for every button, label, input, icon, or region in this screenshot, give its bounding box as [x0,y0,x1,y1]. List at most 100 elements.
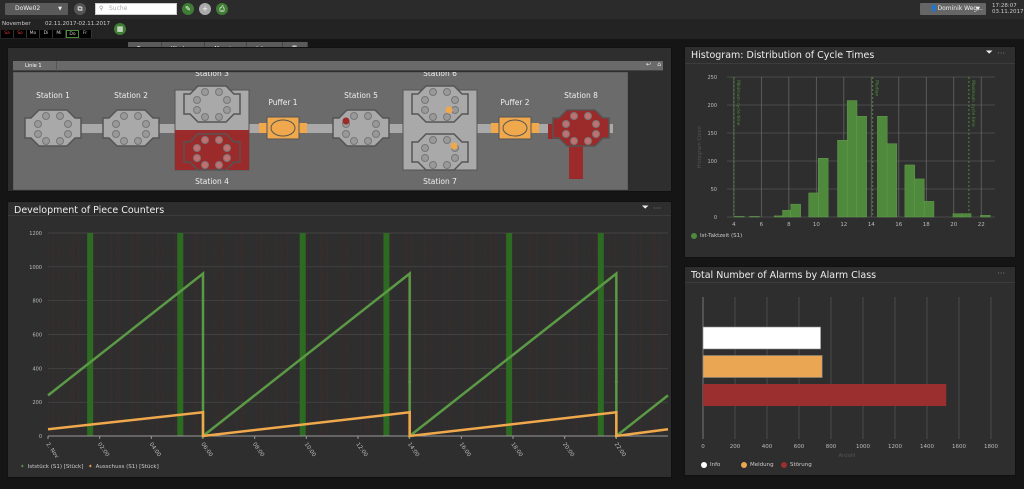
station-6 [411,85,469,123]
x-tick-label: 22 [978,222,985,228]
line-tabs: Linie 1 ↩ ⌂ [13,61,663,71]
x-tick-label: 08:00 [251,442,265,459]
station-slot [421,96,429,104]
legend-item-info[interactable]: Info [701,462,720,468]
station-label: Station 1 [36,91,70,100]
y-tick-label: 1200 [29,231,42,237]
station-slot [201,161,209,169]
x-tick-label: 10:00 [303,442,317,459]
station-slot [193,96,201,104]
calendar-button[interactable]: ▦ [114,23,126,35]
station-7 [411,133,469,171]
reference-line-label: Maximum cycle time [970,80,976,127]
project-select[interactable]: DoWe02 ▼ [5,3,68,15]
station-slot [570,112,578,120]
histogram-bar [846,100,858,218]
station-slot [364,137,372,145]
day-fr[interactable]: Fr [79,30,92,38]
histogram-chart: 0 50 100 150 200 250 4 6 8 10 12 14 16 18 20 22 Histogra… [697,75,995,228]
station-slot [120,112,128,120]
station-slot [193,106,201,114]
histogram-bar [734,216,745,218]
x-tick-label: 800 [826,444,837,450]
histogram-bar [808,192,819,218]
station-slot [193,144,201,152]
legend-marker: ✦ [20,464,25,470]
day-mi[interactable]: Mi [53,30,66,38]
station-slot [429,88,437,96]
series-line-0 [47,271,669,439]
x-tick-label: 1200 [888,444,902,450]
y-tick-label: 100 [707,159,717,165]
piece-counters-panel: Development of Piece Counters ⏷ ··· 0 200… [7,201,672,478]
tab-linie-1[interactable]: Linie 1 [13,61,57,71]
user-menu[interactable]: 👤Dominik Weg... ▼ [920,3,986,15]
legend-item-störung[interactable]: Störung [781,462,812,468]
station-8 [552,109,610,147]
station-slot [421,106,429,114]
station-slot [142,120,150,128]
status-dot [445,106,453,114]
day-di[interactable]: Di [40,30,53,38]
x-tick-label: 200 [730,444,741,450]
legend-item-ausschuss[interactable]: ✦ Ausschuss (S1) [Stück] [88,464,159,470]
legend-item-meldung[interactable]: Meldung [741,462,774,468]
day-mo[interactable]: Mo [27,30,40,38]
station-slot [112,130,120,138]
station-slot [223,144,231,152]
chevron-down-icon: ▼ [58,6,62,12]
x-tick-label: 20:00 [561,442,575,459]
edit-button[interactable]: ✎ [182,3,194,15]
search-input[interactable]: ⚲ Suche [95,3,177,15]
histogram-bar [856,115,867,218]
shift-band [597,233,604,436]
clock: 17:28:07 03.11.2017 [992,3,1024,15]
x-tick-label: 14:00 [406,442,420,459]
station-slot [429,161,437,169]
day-so[interactable]: So [14,30,27,38]
back-icon[interactable]: ↩ [646,61,651,68]
x-tick-label: 1800 [984,444,998,450]
weekday-picker: Sa So Mo Di Mi Do Fr [1,30,92,38]
station-body [102,109,160,147]
y-tick-label: 400 [32,366,42,372]
histogram-bar [914,178,925,218]
x-tick-label: 12 [840,222,847,228]
station-slot [223,96,231,104]
x-tick-label: 16:00 [458,442,472,459]
x-tick-label: 8 [787,222,791,228]
station-label: Puffer 1 [268,98,297,107]
x-tick-label: 2. Nov [44,442,60,461]
legend-marker [781,462,787,468]
legend-marker: ✦ [88,464,93,470]
series-line-1 [47,410,669,438]
station-3 [183,85,241,123]
add-button[interactable]: + [199,3,211,15]
station-1 [24,109,82,147]
x-tick-label: 14 [868,222,875,228]
day-sa[interactable]: Sa [1,30,14,38]
station-label: Station 8 [564,91,598,100]
copy-button[interactable]: ⧉ [74,3,86,15]
shift-band [177,233,184,436]
print-button[interactable]: ⎙ [216,3,228,15]
station-slot [112,120,120,128]
y-tick-label: 150 [707,131,717,137]
legend-item-ist-taktzeit[interactable]: Ist-Taktzeit (S1) [691,233,742,239]
home-icon[interactable]: ⌂ [657,61,661,68]
y-tick-label: 1000 [29,265,42,271]
x-tick-label: 22:00 [613,442,627,459]
station-label: Station 5 [344,91,378,100]
histogram-bar [886,143,898,218]
x-tick-label: 6 [760,222,764,228]
day-do[interactable]: Do [66,30,79,38]
y-tick-label: 200 [707,103,717,109]
station-slot [443,113,451,121]
station-slot [342,130,350,138]
status-dot [450,142,458,150]
histogram-bar [837,140,848,218]
chevron-down-icon: ▼ [976,6,980,12]
legend-item-iststueck[interactable]: ✦ Iststück (S1) [Stück] [20,464,83,470]
x-tick-label: 600 [794,444,805,450]
station-slot [350,137,358,145]
